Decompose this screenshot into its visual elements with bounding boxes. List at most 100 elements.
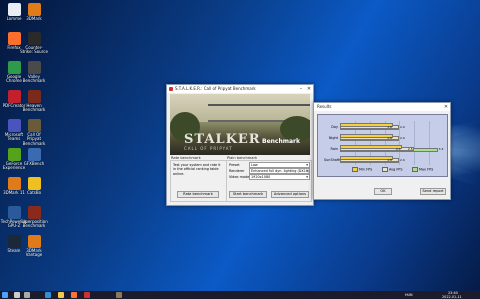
stalker-subtitle: CALL OF PRIPYAT: [184, 146, 233, 151]
edge-icon[interactable]: [45, 292, 51, 298]
rate-description: Test your system and rate it in the offi…: [173, 163, 221, 176]
app-icon: [7, 61, 21, 74]
app-icon: [27, 61, 41, 74]
legend-label: Avg FPS: [389, 167, 403, 172]
desktop-icon-label: Call Of Pripyat Benchmark: [22, 132, 46, 146]
stalker-title-bar[interactable]: S.T.A.L.K.E.R.: Call of Pripyat Benchmar…: [167, 85, 313, 93]
desktop-icon[interactable]: Heaven Benchmark: [20, 90, 48, 113]
legend-item: Max FPS: [412, 167, 433, 172]
category-label: Night: [328, 135, 338, 140]
bar-value-label: 2.0: [400, 135, 405, 140]
desktop-icon-label: Heaven Benchmark: [22, 103, 46, 113]
clock-date[interactable]: 2022-01-11: [442, 295, 462, 299]
bar-value-label: 2.0: [400, 124, 405, 129]
taskbar: HUN 23:40 2022-01-11: [0, 291, 480, 299]
results-window: Results ✕ Day 1.8 2.0 Night 1.8 2.0 Rain 2.1 2.5…: [313, 102, 451, 200]
video-mode-label: Video mode: [229, 175, 250, 179]
ok-button[interactable]: OK: [374, 188, 392, 195]
chart-legend: Min FPS Avg FPS Max FPS: [352, 167, 444, 173]
app-icon: [7, 32, 21, 45]
stalker-icon[interactable]: [116, 292, 122, 298]
rate-benchmark-button[interactable]: Rate benchmark: [177, 191, 219, 198]
app-icon: [27, 148, 41, 161]
bar-value-label: 3.3: [438, 146, 444, 151]
app-icon: [7, 119, 21, 132]
explorer-icon[interactable]: [58, 292, 64, 298]
search-icon[interactable]: [14, 292, 20, 298]
stalker-banner-image: STALKER CALL OF PRIPYAT Benchmark: [170, 94, 310, 155]
bar-value-label: 1.8: [387, 157, 392, 162]
language-indicator[interactable]: HUN: [405, 293, 413, 297]
chart-gridline: [414, 121, 416, 165]
legend-item: Avg FPS: [382, 167, 403, 172]
stalker-benchmark-window: S.T.A.L.K.E.R.: Call of Pripyat Benchmar…: [166, 84, 314, 206]
category-label: Day: [331, 124, 338, 129]
close-icon[interactable]: ✕: [305, 85, 313, 93]
desktop-icon[interactable]: 3DMark: [20, 3, 48, 21]
legend-label: Max FPS: [419, 167, 434, 172]
chart-gridline: [429, 121, 431, 165]
bar-value-label: 2.5: [407, 146, 413, 151]
desktop-icon-label: 3DMark Vantage: [25, 248, 43, 258]
desktop-icon[interactable]: 3DMark Vantage: [20, 235, 48, 258]
desktop-icon-label: 3DMark: [26, 16, 42, 21]
advanced-options-button[interactable]: Advanced options: [271, 191, 309, 198]
stalker-app-icon: [169, 87, 173, 91]
legend-label: Min FPS: [359, 167, 373, 172]
pdf-icon[interactable]: [84, 292, 90, 298]
results-chart: Day 1.8 2.0 Night 1.8 2.0 Rain 2.1 2.5 3.3 SunShaf…: [317, 114, 448, 177]
category-label: Rain: [330, 146, 338, 151]
desktop-icon-label: Superposition Benchmark: [20, 219, 48, 229]
chart-plot-area: Day 1.8 2.0 Night 1.8 2.0 Rain 2.1 2.5 3.3 SunShaf…: [324, 121, 444, 165]
bar-min-fps: [340, 145, 403, 150]
bar-value-label: 2.0: [400, 157, 405, 162]
video-mode-select[interactable]: 1920x1080: [249, 174, 310, 180]
desktop-icon-label: Counter-Strike: Source: [20, 45, 48, 55]
benchmark-label: Benchmark: [262, 138, 300, 145]
desktop-icon[interactable]: CatsBo: [20, 177, 48, 195]
app-icon: [27, 235, 41, 248]
start-benchmark-button[interactable]: Start benchmark: [229, 191, 267, 198]
desktop-icon[interactable]: Counter-Strike: Source: [20, 32, 48, 55]
bar-min-fps: [340, 156, 394, 161]
results-title: Results: [317, 104, 332, 109]
desktop-icon-label: CatsBo: [26, 190, 42, 195]
close-icon[interactable]: ✕: [442, 103, 450, 111]
app-icon: [27, 119, 41, 132]
bar-value-label: 2.1: [396, 146, 401, 151]
app-icon: [7, 206, 21, 219]
app-icon: [27, 3, 41, 16]
rate-group: Test your system and rate it in the offi…: [170, 160, 227, 202]
legend-swatch: [412, 167, 418, 172]
app-icon: [7, 148, 21, 161]
minimize-icon[interactable]: –: [297, 85, 305, 93]
desktop-icon-label: GFXBench: [23, 161, 45, 166]
stalker-logo: STALKER: [184, 132, 261, 147]
preset-label: Preset: [229, 163, 240, 167]
app-icon: [27, 177, 41, 190]
taskview-icon[interactable]: [24, 292, 30, 298]
legend-swatch: [352, 167, 358, 172]
bar-value-label: 1.8: [387, 124, 392, 129]
category-label: SunShafts: [324, 157, 342, 162]
bar-min-fps: [340, 134, 394, 139]
desktop-icon[interactable]: Valley Benchmark: [20, 61, 48, 84]
desktop-icon-label: Valley Benchmark: [22, 74, 46, 84]
desktop-icon[interactable]: Superposition Benchmark: [20, 206, 48, 229]
legend-item: Min FPS: [352, 167, 372, 172]
bar-min-fps: [340, 123, 394, 128]
firefox-icon[interactable]: [71, 292, 77, 298]
stalker-window-title: S.T.A.L.K.E.R.: Call of Pripyat Benchmar…: [175, 86, 256, 91]
send-report-button[interactable]: Send report: [420, 188, 446, 195]
plain-group: Preset Low Renderer Enhanced full dyn. l…: [226, 160, 312, 202]
desktop-icon[interactable]: Call Of Pripyat Benchmark: [20, 119, 48, 146]
app-icon: [27, 206, 41, 219]
app-icon: [7, 90, 21, 103]
results-title-bar[interactable]: Results ✕: [314, 103, 450, 111]
desktop-icon[interactable]: GFXBench: [20, 148, 48, 166]
app-icon: [7, 235, 21, 248]
app-icon: [27, 90, 41, 103]
bar-value-label: 1.8: [387, 135, 392, 140]
start-icon[interactable]: [2, 292, 8, 298]
legend-swatch: [382, 167, 388, 172]
